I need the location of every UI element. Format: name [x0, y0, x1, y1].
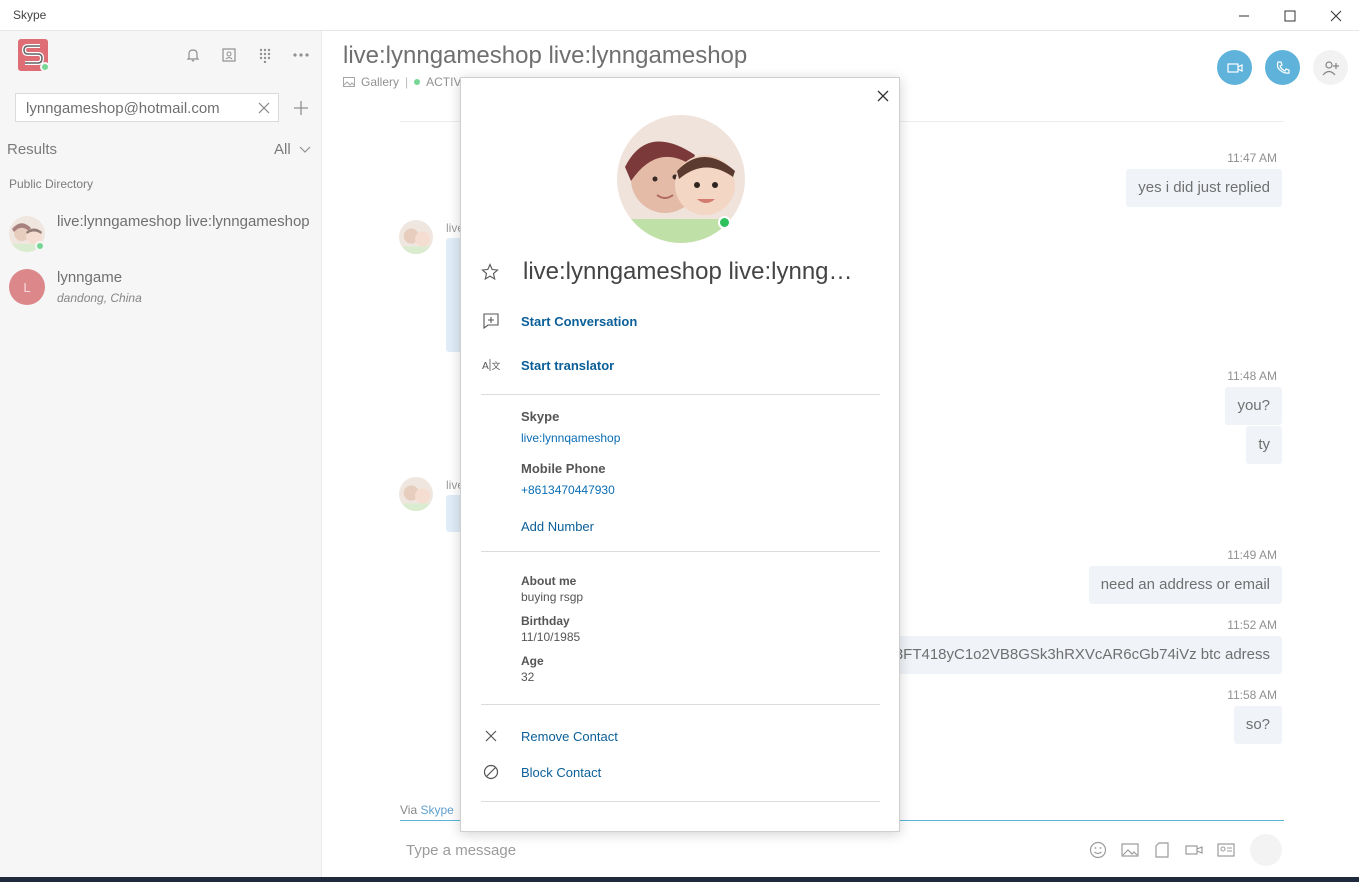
window-title: Skype [13, 8, 47, 22]
skype-label: Skype [521, 409, 560, 424]
close-icon [481, 726, 501, 746]
svg-text:A: A [482, 361, 489, 372]
about-me-label: About me [521, 574, 577, 588]
new-chat-icon [481, 311, 501, 331]
block-contact-button[interactable]: Block Contact [481, 760, 881, 784]
start-translator-button[interactable]: A文 Start translator [481, 353, 881, 377]
section-divider [481, 551, 880, 552]
profile-dialog: live:lynngameshop live:lynnga... Start C… [460, 77, 900, 832]
close-icon [1330, 10, 1342, 21]
section-divider [481, 801, 880, 802]
minimize-icon [1239, 15, 1249, 16]
remove-contact-label: Remove Contact [521, 728, 618, 744]
age-label: Age [521, 654, 544, 668]
start-translator-label: Start translator [521, 357, 615, 373]
section-divider [481, 704, 880, 705]
skype-id-link[interactable]: live:lynnqameshop [521, 431, 620, 445]
close-dialog-button[interactable] [873, 86, 893, 106]
minimize-button[interactable] [1221, 0, 1267, 31]
close-icon [877, 90, 889, 102]
star-icon [481, 263, 499, 281]
start-conversation-label: Start Conversation [521, 313, 638, 329]
about-me-value: buying rsgp [521, 590, 584, 604]
mobile-phone-label: Mobile Phone [521, 461, 606, 476]
mobile-phone-link[interactable]: +8613470447930 [521, 483, 615, 497]
maximize-icon [1284, 10, 1296, 21]
section-divider [481, 394, 880, 395]
block-contact-label: Block Contact [521, 764, 602, 780]
age-value: 32 [521, 670, 535, 684]
maximize-button[interactable] [1267, 0, 1313, 31]
translator-icon: A文 [481, 355, 501, 375]
svg-text:文: 文 [492, 360, 501, 372]
birthday-value: 11/10/1985 [521, 630, 581, 644]
profile-name: live:lynngameshop live:lynnga... [523, 258, 853, 285]
window-titlebar: Skype [0, 0, 1359, 31]
block-icon [481, 762, 501, 782]
favorite-button[interactable] [481, 263, 501, 283]
presence-dot [718, 216, 731, 229]
birthday-label: Birthday [521, 614, 570, 628]
add-number-link[interactable]: Add Number [521, 519, 594, 534]
start-conversation-button[interactable]: Start Conversation [481, 309, 881, 333]
close-window-button[interactable] [1313, 0, 1359, 31]
remove-contact-button[interactable]: Remove Contact [481, 724, 881, 748]
taskbar-strip [0, 877, 1359, 882]
